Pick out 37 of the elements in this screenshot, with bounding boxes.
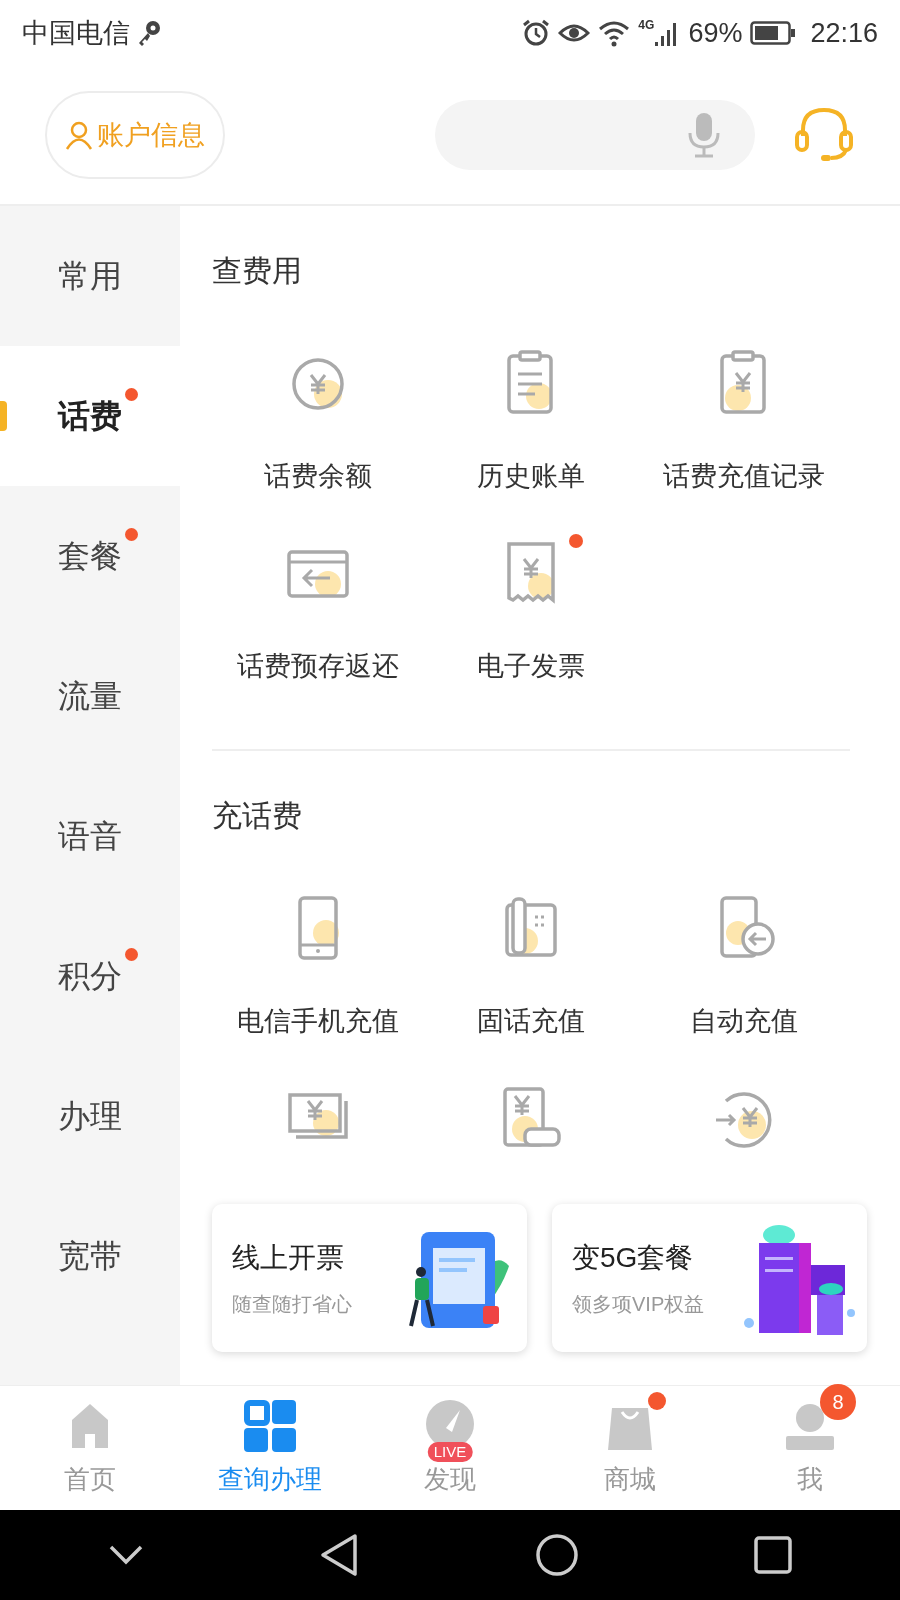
service-link[interactable]: 自动充值 xyxy=(689,1003,798,1039)
wifi-icon xyxy=(598,19,631,47)
nav-tab[interactable]: LIVE 发现 xyxy=(360,1386,540,1510)
key-icon xyxy=(136,19,162,47)
selection-bar xyxy=(0,401,7,431)
service-link[interactable]: 固话充值 xyxy=(477,1003,585,1039)
home-circle-icon[interactable] xyxy=(534,1533,579,1577)
network-type: 4G xyxy=(638,19,655,31)
live-tag: LIVE xyxy=(427,1441,473,1462)
section-title: 充话费 xyxy=(212,799,302,832)
chevron-down-icon[interactable] xyxy=(107,1544,144,1566)
eye-icon xyxy=(558,21,591,45)
carrier-name: 中国电信 xyxy=(22,16,130,50)
promo-card[interactable]: 线上开票 随查随打省心 xyxy=(212,1204,527,1352)
battery-icon xyxy=(750,21,797,45)
back-icon[interactable] xyxy=(319,1533,360,1577)
promo-subtitle: 领多项VIP权益 xyxy=(572,1292,705,1317)
promo-title: 线上开票 xyxy=(232,1241,345,1275)
section-title: 查费用 xyxy=(212,254,302,287)
count-badge: 8 xyxy=(820,1383,856,1420)
sidebar-item[interactable]: 话费 xyxy=(0,346,180,486)
battery-percent: 69% xyxy=(688,16,743,50)
grid-icon xyxy=(242,1397,298,1454)
service-link[interactable]: 话费预存返还 xyxy=(237,648,400,684)
microphone-icon[interactable] xyxy=(687,112,721,158)
recent-apps-icon[interactable] xyxy=(754,1536,793,1574)
user-icon xyxy=(65,120,93,150)
clock-time: 22:16 xyxy=(810,16,878,50)
promo-subtitle: 随查随打省心 xyxy=(232,1292,352,1317)
alarm-icon xyxy=(522,19,551,47)
service-link[interactable]: 电子发票 xyxy=(477,648,585,684)
service-link[interactable]: 话费充值记录 xyxy=(662,458,825,494)
promo-title: 变5G套餐 xyxy=(572,1241,695,1275)
service-link[interactable]: 话费余额 xyxy=(264,458,373,494)
service-link[interactable]: 历史账单 xyxy=(477,458,585,494)
service-link[interactable]: 电信手机充值 xyxy=(237,1003,400,1039)
promo-card[interactable]: 变5G套餐 领多项VIP权益 xyxy=(552,1204,867,1352)
